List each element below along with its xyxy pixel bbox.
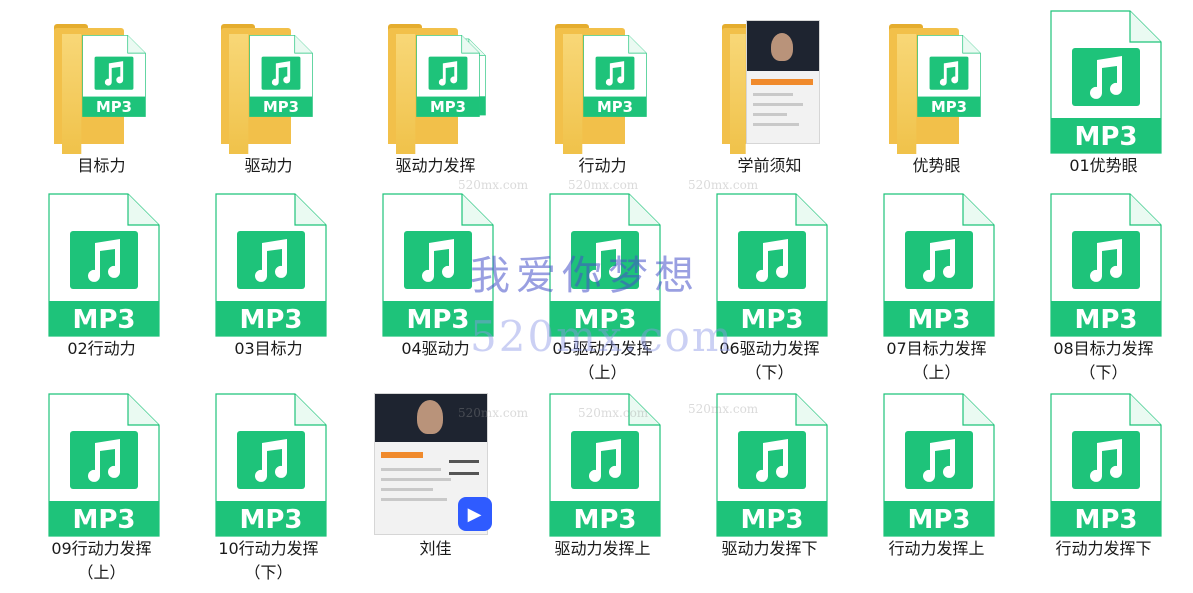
- folder-item[interactable]: MP3 目标力: [18, 8, 185, 191]
- file-thumbnail: MP3: [209, 8, 329, 158]
- file-name-label: 10行动力发挥（下）: [218, 539, 319, 582]
- watermark-small: 520mx.com: [458, 406, 529, 420]
- svg-text:MP3: MP3: [72, 505, 135, 535]
- file-thumbnail: MP3: [877, 391, 997, 541]
- svg-text:MP3: MP3: [740, 505, 803, 535]
- mp3-file-icon: MP3: [81, 35, 146, 117]
- svg-text:MP3: MP3: [406, 305, 469, 335]
- watermark-small: 520mx.com: [458, 178, 529, 192]
- svg-text:MP3: MP3: [1074, 122, 1137, 152]
- file-thumbnail: MP3: [543, 8, 663, 158]
- mp3-file-icon: MP3: [1049, 393, 1162, 537]
- mp3-file-icon: MP3: [415, 35, 480, 117]
- mp3-file-item[interactable]: MP3 行动力发挥上: [853, 391, 1020, 591]
- svg-text:MP3: MP3: [573, 505, 636, 535]
- mp3-file-item[interactable]: MP3 02行动力: [18, 191, 185, 391]
- folder-icon: [710, 8, 830, 158]
- svg-text:MP3: MP3: [430, 98, 466, 116]
- mp3-file-icon: MP3: [882, 393, 995, 537]
- file-thumbnail: [710, 8, 830, 158]
- svg-text:MP3: MP3: [740, 305, 803, 335]
- mp3-file-item[interactable]: MP3 07目标力发挥（上）: [853, 191, 1020, 391]
- svg-text:MP3: MP3: [931, 98, 967, 116]
- svg-text:MP3: MP3: [907, 305, 970, 335]
- mp3-file-icon: MP3: [214, 393, 327, 537]
- file-thumbnail: MP3: [209, 191, 329, 341]
- file-thumbnail: MP3: [1044, 191, 1164, 341]
- mp3-file-item[interactable]: MP3 驱动力发挥上: [519, 391, 686, 591]
- mp3-file-icon: MP3: [47, 393, 160, 537]
- mp3-file-item[interactable]: MP3 01优势眼: [1020, 8, 1187, 191]
- folder-item[interactable]: MP3 MP3 驱动力发挥: [352, 8, 519, 191]
- mp3-file-item[interactable]: MP3 03目标力: [185, 191, 352, 391]
- mp3-file-item[interactable]: MP3 10行动力发挥（下）: [185, 391, 352, 591]
- file-thumbnail: MP3 MP3: [376, 8, 496, 158]
- video-file-item[interactable]: ▶ 刘佳: [352, 391, 519, 591]
- svg-text:MP3: MP3: [263, 98, 299, 116]
- folder-icon: MP3: [42, 8, 162, 158]
- file-thumbnail: MP3: [42, 191, 162, 341]
- svg-text:MP3: MP3: [1074, 305, 1137, 335]
- mp3-file-icon: MP3: [214, 193, 327, 337]
- watermark-small: 520mx.com: [578, 406, 649, 420]
- watermark-cn: 我爱你梦想: [470, 253, 700, 299]
- mp3-file-item[interactable]: MP3 行动力发挥下: [1020, 391, 1187, 591]
- mp3-file-icon: MP3: [582, 35, 647, 117]
- folder-icon: MP3: [877, 8, 997, 158]
- mp3-file-item[interactable]: MP3 06驱动力发挥（下）: [686, 191, 853, 391]
- mp3-file-icon: MP3: [1049, 193, 1162, 337]
- file-thumbnail: MP3: [1044, 8, 1164, 158]
- mp3-file-icon: MP3: [248, 35, 313, 117]
- watermark-small: 520mx.com: [688, 178, 759, 192]
- video-app-icon: ▶: [457, 497, 492, 531]
- mp3-file-item[interactable]: MP3 09行动力发挥（上）: [18, 391, 185, 591]
- folder-icon: MP3: [543, 8, 663, 158]
- folder-icon: MP3: [209, 8, 329, 158]
- mp3-file-icon: MP3: [882, 193, 995, 337]
- file-name-label: 07目标力发挥（上）: [886, 339, 987, 382]
- file-row: MP3 目标力 MP3 驱动力 MP3 MP3 驱动: [18, 8, 1188, 191]
- file-thumbnail: MP3: [209, 391, 329, 541]
- mp3-file-icon: MP3: [916, 35, 981, 117]
- svg-text:MP3: MP3: [907, 505, 970, 535]
- file-name-label: 09行动力发挥（上）: [51, 539, 152, 582]
- folder-item[interactable]: MP3 驱动力: [185, 8, 352, 191]
- watermark-small: 520mx.com: [568, 178, 639, 192]
- folder-item[interactable]: MP3 行动力: [519, 8, 686, 191]
- file-thumbnail: MP3: [42, 8, 162, 158]
- watermark-small: 520mx.com: [688, 402, 759, 416]
- file-thumbnail: MP3: [877, 8, 997, 158]
- svg-text:MP3: MP3: [239, 505, 302, 535]
- svg-text:MP3: MP3: [1074, 505, 1137, 535]
- svg-text:MP3: MP3: [96, 98, 132, 116]
- watermark-domain: 520mx.com: [470, 312, 734, 361]
- file-name-label: 08目标力发挥（下）: [1053, 339, 1154, 382]
- folder-icon: MP3 MP3: [376, 8, 496, 158]
- file-thumbnail: MP3: [1044, 391, 1164, 541]
- svg-text:MP3: MP3: [72, 305, 135, 335]
- mp3-file-item[interactable]: MP3 驱动力发挥下: [686, 391, 853, 591]
- folder-item[interactable]: MP3 优势眼: [853, 8, 1020, 191]
- svg-text:MP3: MP3: [239, 305, 302, 335]
- mp3-file-item[interactable]: MP3 08目标力发挥（下）: [1020, 191, 1187, 391]
- mp3-file-icon: MP3: [47, 193, 160, 337]
- folder-item[interactable]: 学前须知: [686, 8, 853, 191]
- mp3-file-icon: MP3: [1049, 10, 1162, 154]
- svg-text:MP3: MP3: [597, 98, 633, 116]
- file-row: MP3 09行动力发挥（上） MP3 10行动力发挥（下） ▶ 刘佳 MP3 驱…: [18, 391, 1188, 591]
- file-thumbnail: MP3: [42, 391, 162, 541]
- file-thumbnail: MP3: [877, 191, 997, 341]
